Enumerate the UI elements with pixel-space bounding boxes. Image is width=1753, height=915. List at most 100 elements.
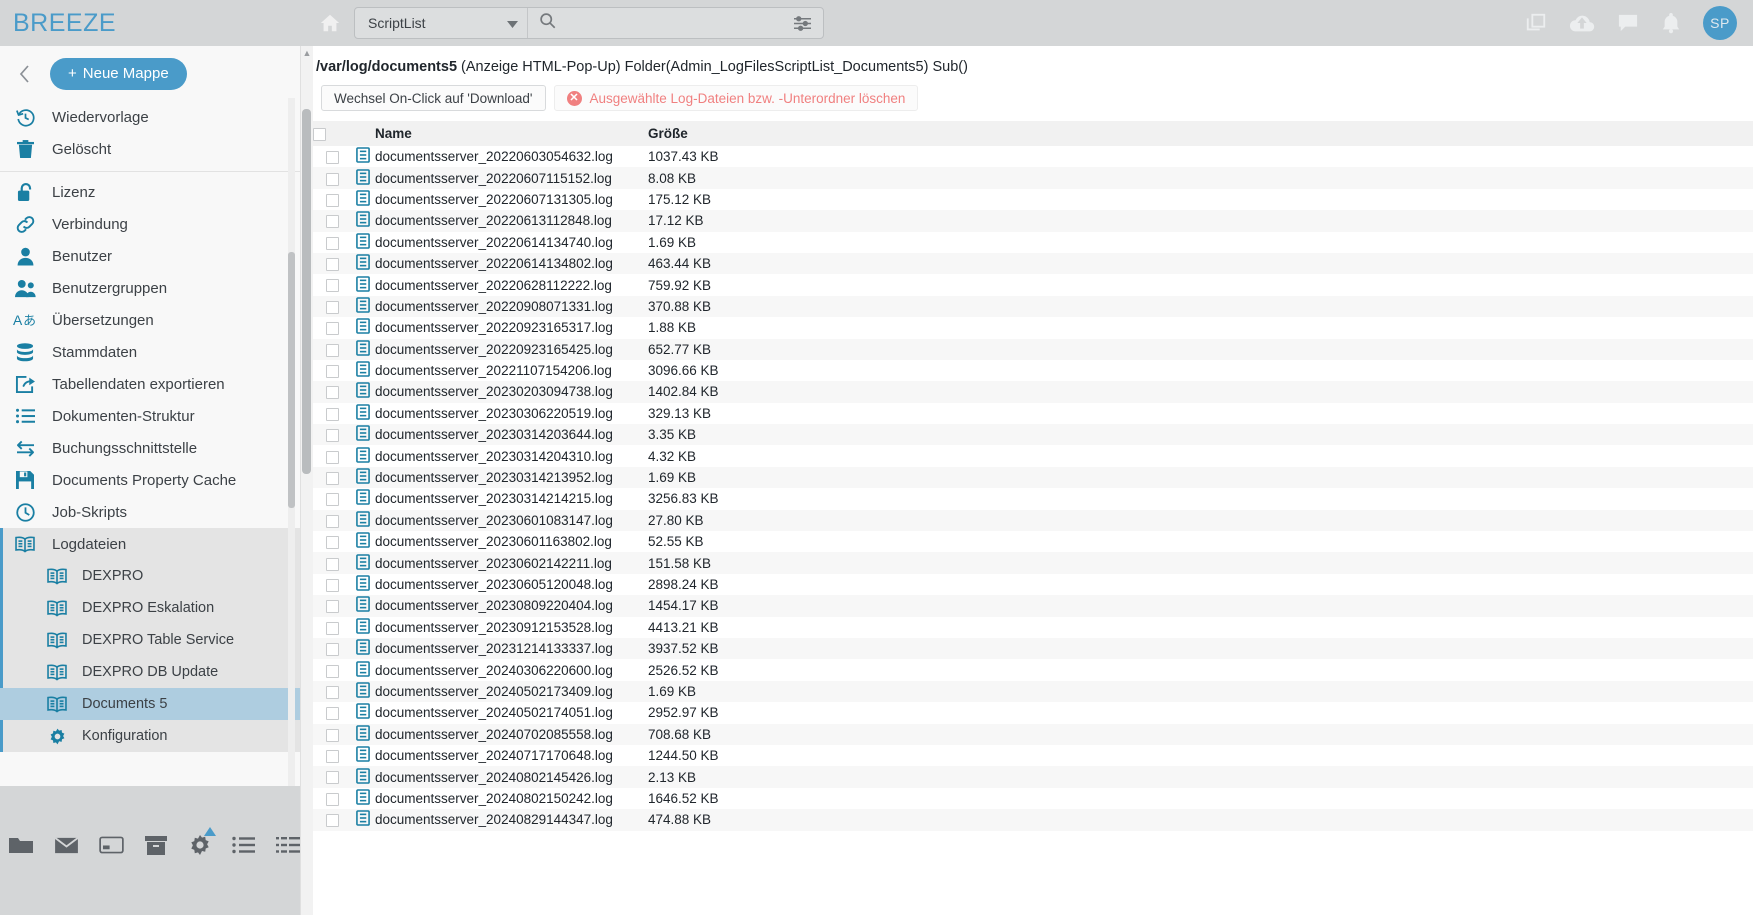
log-file-icon[interactable] xyxy=(356,339,370,359)
row-checkbox[interactable] xyxy=(325,151,339,165)
row-name-cell[interactable]: documentsserver_20220908071331.log xyxy=(375,295,648,318)
sidebar-item-benutzergruppen[interactable]: Benutzergruppen xyxy=(0,272,300,304)
row-checkbox[interactable] xyxy=(325,429,339,443)
row-name-cell[interactable]: documentsserver_20240306220600.log xyxy=(375,659,648,681)
row-name-cell[interactable]: documentsserver_20240829144347.log xyxy=(375,809,648,831)
row-name-cell[interactable]: documentsserver_20220614134740.log xyxy=(375,231,648,253)
log-file-icon[interactable] xyxy=(356,575,370,594)
log-file-icon[interactable] xyxy=(356,596,370,615)
log-file-icon[interactable] xyxy=(356,810,370,829)
table-row[interactable]: documentsserver_20230314213952.log 1.69 K… xyxy=(313,466,1753,489)
row-name-cell[interactable]: documentsserver_20230605120048.log xyxy=(375,573,648,596)
row-checkbox[interactable] xyxy=(325,792,339,806)
log-file-name[interactable]: documentsserver_20220603054632.log xyxy=(375,149,613,164)
log-file-name[interactable]: documentsserver_20230314214215.log xyxy=(375,491,613,506)
row-name-cell[interactable]: documentsserver_20240502174051.log xyxy=(375,702,648,724)
row-name-cell[interactable]: documentsserver_20230306220519.log xyxy=(375,402,648,425)
envelope-icon[interactable] xyxy=(54,829,79,861)
log-file-name[interactable]: documentsserver_20230306220519.log xyxy=(375,406,613,421)
size-header[interactable]: Größe xyxy=(648,121,719,146)
log-file-icon[interactable] xyxy=(356,553,370,573)
row-checkbox[interactable] xyxy=(325,771,339,785)
row-checkbox[interactable] xyxy=(325,621,339,635)
sidebar-item-lizenz[interactable]: Lizenz xyxy=(0,176,300,208)
log-file-name[interactable]: documentsserver_20240702085558.log xyxy=(375,727,613,742)
row-name-cell[interactable]: documentsserver_20240717170648.log xyxy=(375,744,648,767)
sidebar-item-buchungsschnittstelle[interactable]: Buchungsschnittstelle xyxy=(0,432,300,464)
row-name-cell[interactable]: documentsserver_20230314214215.log xyxy=(375,488,648,510)
row-checkbox[interactable] xyxy=(325,685,339,699)
log-file-name[interactable]: documentsserver_20230912153528.log xyxy=(375,620,613,635)
log-file-name[interactable]: documentsserver_20220613112848.log xyxy=(375,213,612,228)
log-file-name[interactable]: documentsserver_20230809220404.log xyxy=(375,598,613,613)
log-file-name[interactable]: documentsserver_20230314203644.log xyxy=(375,427,613,442)
log-file-icon[interactable] xyxy=(356,767,370,787)
log-file-name[interactable]: documentsserver_20240717170648.log xyxy=(375,748,613,763)
log-file-icon[interactable] xyxy=(356,639,370,658)
sidebar-item-logdateien[interactable]: Logdateien xyxy=(0,528,300,560)
row-name-cell[interactable]: documentsserver_20240802150242.log xyxy=(375,787,648,810)
log-file-icon[interactable] xyxy=(356,746,370,765)
scroll-up-arrow[interactable]: ▲ xyxy=(301,46,313,60)
log-file-icon[interactable] xyxy=(356,297,370,316)
window-copy-icon[interactable] xyxy=(1525,12,1547,34)
row-checkbox[interactable] xyxy=(325,643,339,657)
avatar[interactable]: SP xyxy=(1703,6,1737,40)
row-name-cell[interactable]: documentsserver_20220613112848.log xyxy=(375,210,648,232)
log-file-name[interactable]: documentsserver_20230605120048.log xyxy=(375,577,613,592)
table-row[interactable]: documentsserver_20240802145426.log 2.13 K… xyxy=(313,766,1753,788)
log-file-name[interactable]: documentsserver_20220923165317.log xyxy=(375,320,613,335)
row-name-cell[interactable]: documentsserver_20230314213952.log xyxy=(375,466,648,489)
log-file-name[interactable]: documentsserver_20220607131305.log xyxy=(375,192,613,207)
row-checkbox[interactable] xyxy=(325,578,339,592)
table-row[interactable]: documentsserver_20240702085558.log 708.68… xyxy=(313,723,1753,745)
sidebar-item-dexpro-table-service[interactable]: DEXPRO Table Service xyxy=(0,624,300,656)
row-checkbox[interactable] xyxy=(325,471,339,485)
log-file-name[interactable]: documentsserver_20221107154206.log xyxy=(375,363,612,378)
log-file-name[interactable]: documentsserver_20220908071331.log xyxy=(375,299,613,314)
row-checkbox[interactable] xyxy=(325,536,339,550)
table-row[interactable]: documentsserver_20240306220600.log 2526.5… xyxy=(313,659,1753,681)
table-row[interactable]: documentsserver_20230605120048.log 2898.2… xyxy=(313,573,1753,596)
row-checkbox[interactable] xyxy=(325,386,339,400)
row-checkbox[interactable] xyxy=(325,279,339,293)
sidebar-scrollbar[interactable] xyxy=(288,98,295,786)
table-row[interactable]: documentsserver_20220628112222.log 759.92… xyxy=(313,274,1753,296)
table-row[interactable]: documentsserver_20220607115152.log 8.08 K… xyxy=(313,167,1753,189)
row-checkbox[interactable] xyxy=(325,215,339,229)
sidebar-item-dexpro-db-update[interactable]: DEXPRO DB Update xyxy=(0,656,300,688)
log-file-icon[interactable] xyxy=(356,617,370,637)
log-file-name[interactable]: documentsserver_20230203094738.log xyxy=(375,384,613,399)
table-row[interactable]: documentsserver_20230601163802.log 52.55 … xyxy=(313,531,1753,553)
sidebar-scroll-thumb[interactable] xyxy=(288,252,295,508)
row-name-cell[interactable]: documentsserver_20230602142211.log xyxy=(375,552,648,574)
row-name-cell[interactable]: documentsserver_20230809220404.log xyxy=(375,595,648,617)
log-file-icon[interactable] xyxy=(356,446,370,466)
log-file-icon[interactable] xyxy=(356,318,370,337)
log-file-name[interactable]: documentsserver_20220607115152.log xyxy=(375,171,612,186)
table-row[interactable]: documentsserver_20220607131305.log 175.12… xyxy=(313,188,1753,211)
list-icon[interactable] xyxy=(232,829,256,861)
table-row[interactable]: documentsserver_20230314204310.log 4.32 K… xyxy=(313,445,1753,467)
row-checkbox[interactable] xyxy=(325,514,339,528)
sidebar-item-tabellendaten-exportieren[interactable]: Tabellendaten exportieren xyxy=(0,368,300,400)
table-row[interactable]: documentsserver_20220923165425.log 652.77… xyxy=(313,338,1753,360)
table-row[interactable]: documentsserver_20220908071331.log 370.88… xyxy=(313,295,1753,318)
row-checkbox[interactable] xyxy=(325,707,339,721)
log-file-icon[interactable] xyxy=(356,660,370,680)
bell-icon[interactable] xyxy=(1661,12,1681,34)
list-detail-icon[interactable] xyxy=(276,829,300,861)
table-row[interactable]: documentsserver_20230306220519.log 329.13… xyxy=(313,402,1753,425)
row-checkbox[interactable] xyxy=(325,343,339,357)
row-checkbox[interactable] xyxy=(325,407,339,421)
row-checkbox[interactable] xyxy=(325,814,339,828)
search-input[interactable] xyxy=(564,14,734,32)
log-file-name[interactable]: documentsserver_20230601163802.log xyxy=(375,534,612,549)
table-row[interactable]: documentsserver_20220603054632.log 1037.4… xyxy=(313,146,1753,168)
cloud-upload-icon[interactable] xyxy=(1569,12,1595,34)
main-scrollbar[interactable]: ▲ xyxy=(301,46,313,915)
log-file-icon[interactable] xyxy=(356,232,370,252)
row-name-cell[interactable]: documentsserver_20221107154206.log xyxy=(375,359,648,382)
sidebar-item-stammdaten[interactable]: Stammdaten xyxy=(0,336,300,368)
log-file-name[interactable]: documentsserver_20231214133337.log xyxy=(375,641,613,656)
